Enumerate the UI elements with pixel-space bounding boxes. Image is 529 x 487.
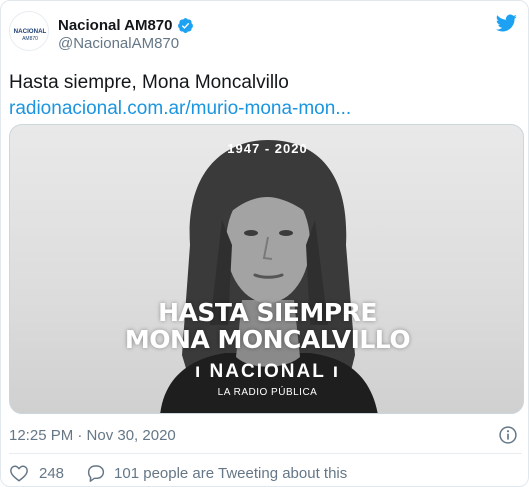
- like-count: 248: [39, 464, 65, 482]
- tweet-card: NACIONAL AM870 Nacional AM870 @NacionalA…: [0, 0, 529, 487]
- handle[interactable]: @NacionalAM870: [58, 35, 179, 52]
- author-name-row[interactable]: Nacional AM870: [58, 15, 194, 35]
- like-button[interactable]: 248: [9, 464, 64, 482]
- actions-bar: 248 101 people are Tweeting about this: [9, 463, 347, 483]
- conversation-text: 101 people are Tweeting about this: [114, 464, 348, 482]
- tweet-media-image[interactable]: 1947 - 2020 HASTA SIEMPRE MONA MONCALVIL…: [9, 124, 524, 414]
- headline-line2: MONA MONCALVILLO: [124, 325, 411, 354]
- nacional-logo: ı NACIONAL ı: [194, 361, 341, 382]
- divider: [9, 453, 522, 454]
- info-icon[interactable]: [498, 425, 518, 445]
- verified-badge-icon: [177, 17, 193, 33]
- svg-text:AM870: AM870: [22, 36, 38, 42]
- tweet-text: Hasta siempre, Mona Moncalvillo: [9, 72, 289, 93]
- display-name[interactable]: Nacional AM870: [58, 17, 173, 34]
- years-caption: 1947 - 2020: [227, 141, 308, 156]
- conversation-button[interactable]: 101 people are Tweeting about this: [86, 464, 347, 482]
- svg-text:NACIONAL: NACIONAL: [14, 28, 47, 35]
- tweet-link[interactable]: radionacional.com.ar/murio-mona-mon...: [9, 97, 351, 121]
- speech-bubble-icon: [87, 465, 105, 482]
- avatar[interactable]: NACIONAL AM870: [9, 11, 49, 51]
- heart-icon: [10, 465, 28, 482]
- headline-line1: HASTA SIEMPRE: [158, 298, 377, 327]
- timestamp[interactable]: 12:25 PM · Nov 30, 2020: [9, 427, 176, 444]
- logo-subtitle: LA RADIO PÚBLICA: [217, 387, 318, 398]
- twitter-bird-icon[interactable]: [494, 12, 518, 34]
